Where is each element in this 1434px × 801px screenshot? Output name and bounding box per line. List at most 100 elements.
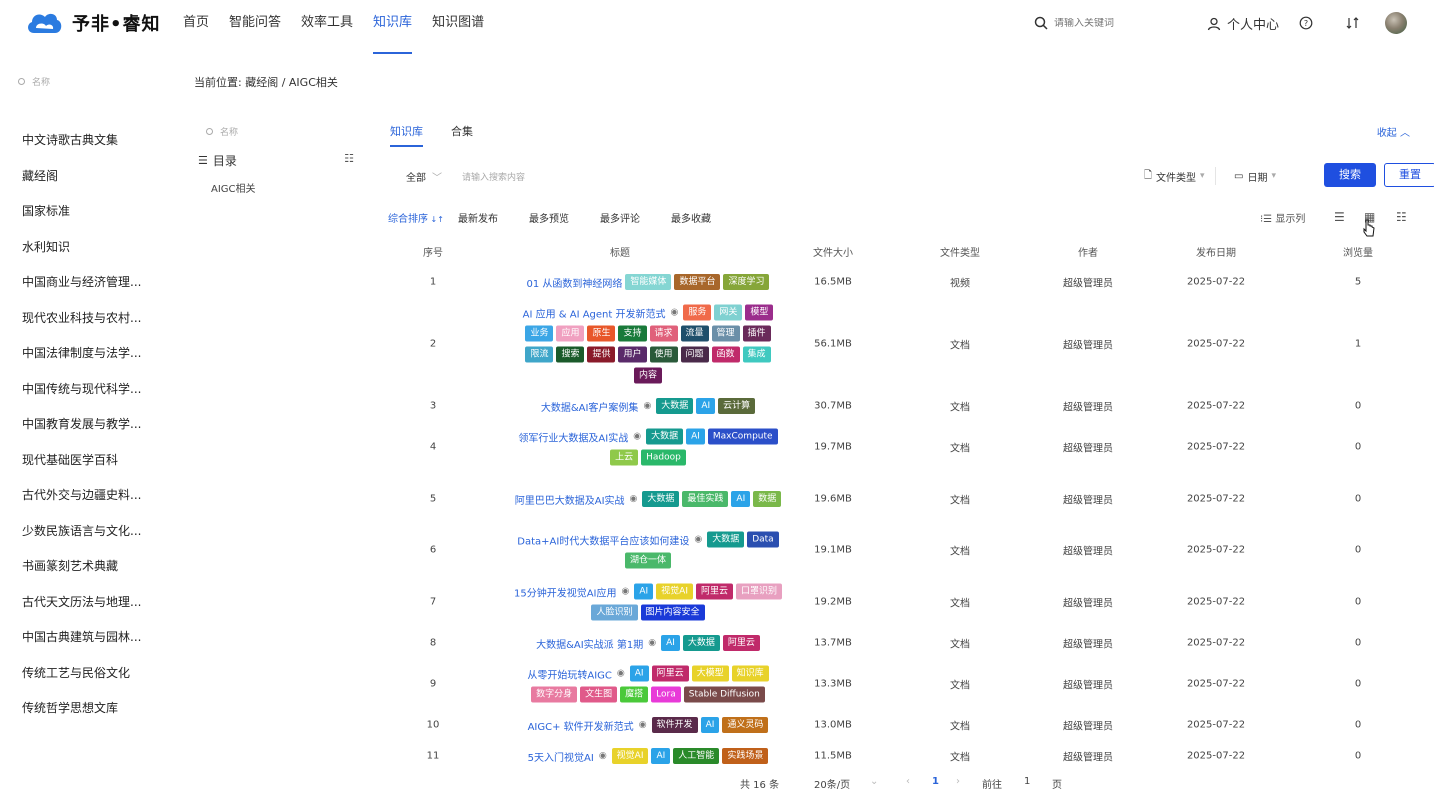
directory-search[interactable]: 名称 [206,125,238,138]
tag[interactable]: 服务 [683,304,712,321]
sidebar-item[interactable]: 传统工艺与民俗文化 [22,655,182,691]
user-center-link[interactable]: 个人中心 [1207,14,1279,33]
nav-item[interactable]: 智能问答 [229,0,281,48]
tag[interactable]: 智能媒体 [625,274,672,290]
tag[interactable]: AI [634,583,654,600]
eye-icon[interactable]: ◉ [617,669,625,679]
keyword-input[interactable]: 请输入搜索内容 [462,170,525,183]
sidebar-item[interactable]: 中文诗歌古典文集 [22,122,182,158]
tag[interactable]: 数据 [753,491,782,507]
tree-toggle-icon[interactable]: ☷ [344,152,354,165]
tag[interactable]: 大数据 [707,531,745,548]
tag[interactable]: Data [747,531,779,548]
tag[interactable]: AI [731,491,751,507]
eye-icon[interactable]: ◉ [648,638,656,648]
sort-option[interactable]: 最新发布 [458,210,498,225]
sidebar-item[interactable]: 中国古典建筑与园林... [22,619,182,655]
file-type-select[interactable]: 🗋 文件类型 ▾ [1144,167,1216,185]
brand-logo[interactable]: 予非•睿知 [24,9,161,37]
doc-title-link[interactable]: 阿里巴巴大数据及AI实战 [515,492,625,507]
tag[interactable]: 魔搭 [620,686,649,703]
sort-option[interactable]: 最多预览 [529,210,569,225]
search-button[interactable]: 搜索 [1324,163,1376,187]
sidebar-item[interactable]: 藏经阁 [22,158,182,194]
doc-title-link[interactable]: 大数据&AI实战派 第1期 [536,636,643,651]
doc-title-link[interactable]: Data+AI时代大数据平台应该如何建设 [517,532,689,547]
tag[interactable]: 用户 [618,346,647,363]
tag[interactable]: 管理 [711,325,740,342]
tag[interactable]: 大数据 [682,635,720,651]
doc-title-link[interactable]: 领军行业大数据及AI实战 [518,429,628,444]
eye-icon[interactable]: ◉ [639,720,647,730]
display-columns-button[interactable]: ⁝☰ 显示列 [1260,210,1305,225]
switch-icon[interactable] [1346,16,1360,30]
help-icon[interactable]: ? [1299,16,1313,30]
tag[interactable]: 限流 [525,346,554,363]
tag[interactable]: 口罩识别 [736,583,783,600]
eye-icon[interactable]: ◉ [670,308,678,318]
doc-title-link[interactable]: 从零开始玩转AIGC [527,666,612,681]
doc-title-link[interactable]: 5天入门视觉AI [528,749,594,764]
tag[interactable]: 插件 [742,325,771,342]
tag[interactable]: AI [661,635,680,651]
tag[interactable]: AI [686,428,705,445]
tag[interactable]: 数字分身 [531,686,578,703]
sidebar-item[interactable]: 书画篆刻艺术典藏 [22,548,182,584]
tag[interactable]: 通义灵码 [722,717,769,733]
tag[interactable]: 业务 [525,325,554,342]
tab[interactable]: 合集 [451,123,473,147]
tag[interactable]: 大数据 [646,428,684,445]
tag[interactable]: 阿里云 [651,665,689,682]
top-search[interactable] [1034,16,1194,30]
list-view-icon[interactable]: ☰ [1334,210,1345,224]
tag[interactable]: Stable Diffusion [683,686,765,703]
tag[interactable]: 大数据 [642,491,680,507]
tag[interactable]: 搜索 [556,346,585,363]
sidebar-item[interactable]: 传统哲学思想文库 [22,690,182,726]
tag[interactable]: 湖仓一体 [624,552,671,569]
tag[interactable]: 支持 [618,325,647,342]
tag[interactable]: 大数据 [656,398,694,414]
doc-title-link[interactable]: 01 从函数到神经网络 [527,275,623,290]
sort-option[interactable]: 最多收藏 [671,210,711,225]
sidebar-item[interactable]: 水利知识 [22,229,182,265]
tag[interactable]: 大模型 [691,665,729,682]
tag[interactable]: 人脸识别 [591,604,638,621]
tag[interactable]: AI [700,717,720,733]
tag[interactable]: 集成 [742,346,771,363]
tag[interactable]: 模型 [745,304,774,321]
eye-icon[interactable]: ◉ [643,401,651,411]
directory-node[interactable]: AIGC相关 [211,180,256,195]
tag[interactable]: Lora [651,686,681,703]
sidebar-item[interactable]: 古代天文历法与地理... [22,584,182,620]
sidebar-item[interactable]: 中国商业与经济管理... [22,264,182,300]
tag[interactable]: 图片内容安全 [640,604,705,621]
prev-page-icon[interactable]: ‹ [906,776,910,787]
avatar[interactable] [1385,12,1407,34]
sidebar-item[interactable]: 中国法律制度与法学... [22,335,182,371]
tag[interactable]: 上云 [610,449,639,466]
eye-icon[interactable]: ◉ [633,432,641,442]
tag[interactable]: 流量 [680,325,709,342]
sidebar-item[interactable]: 中国教育发展与教学... [22,406,182,442]
sidebar-search[interactable]: 名称 [18,75,50,88]
sidebar-item[interactable]: 中国传统与现代科学... [22,371,182,407]
card-view-icon[interactable]: ☷ [1396,210,1407,224]
tag[interactable]: 函数 [711,346,740,363]
next-page-icon[interactable]: › [956,776,960,787]
doc-title-link[interactable]: 大数据&AI客户案例集 [541,399,639,414]
reset-button[interactable]: 重置 [1384,163,1434,187]
tag[interactable]: AI [696,398,716,414]
tag[interactable]: 阿里云 [695,583,733,600]
tag[interactable]: 文生图 [580,686,618,703]
tag[interactable]: 请求 [649,325,678,342]
tag[interactable]: 云计算 [718,398,756,414]
eye-icon[interactable]: ◉ [622,587,630,597]
sidebar-item[interactable]: 国家标准 [22,193,182,229]
tag[interactable]: 内容 [633,367,662,384]
tag[interactable]: 实践场景 [722,748,769,764]
sidebar-item[interactable]: 现代基础医学百科 [22,442,182,478]
tag[interactable]: 网关 [714,304,743,321]
tag[interactable]: 应用 [556,325,585,342]
tag[interactable]: 软件开发 [651,717,698,733]
